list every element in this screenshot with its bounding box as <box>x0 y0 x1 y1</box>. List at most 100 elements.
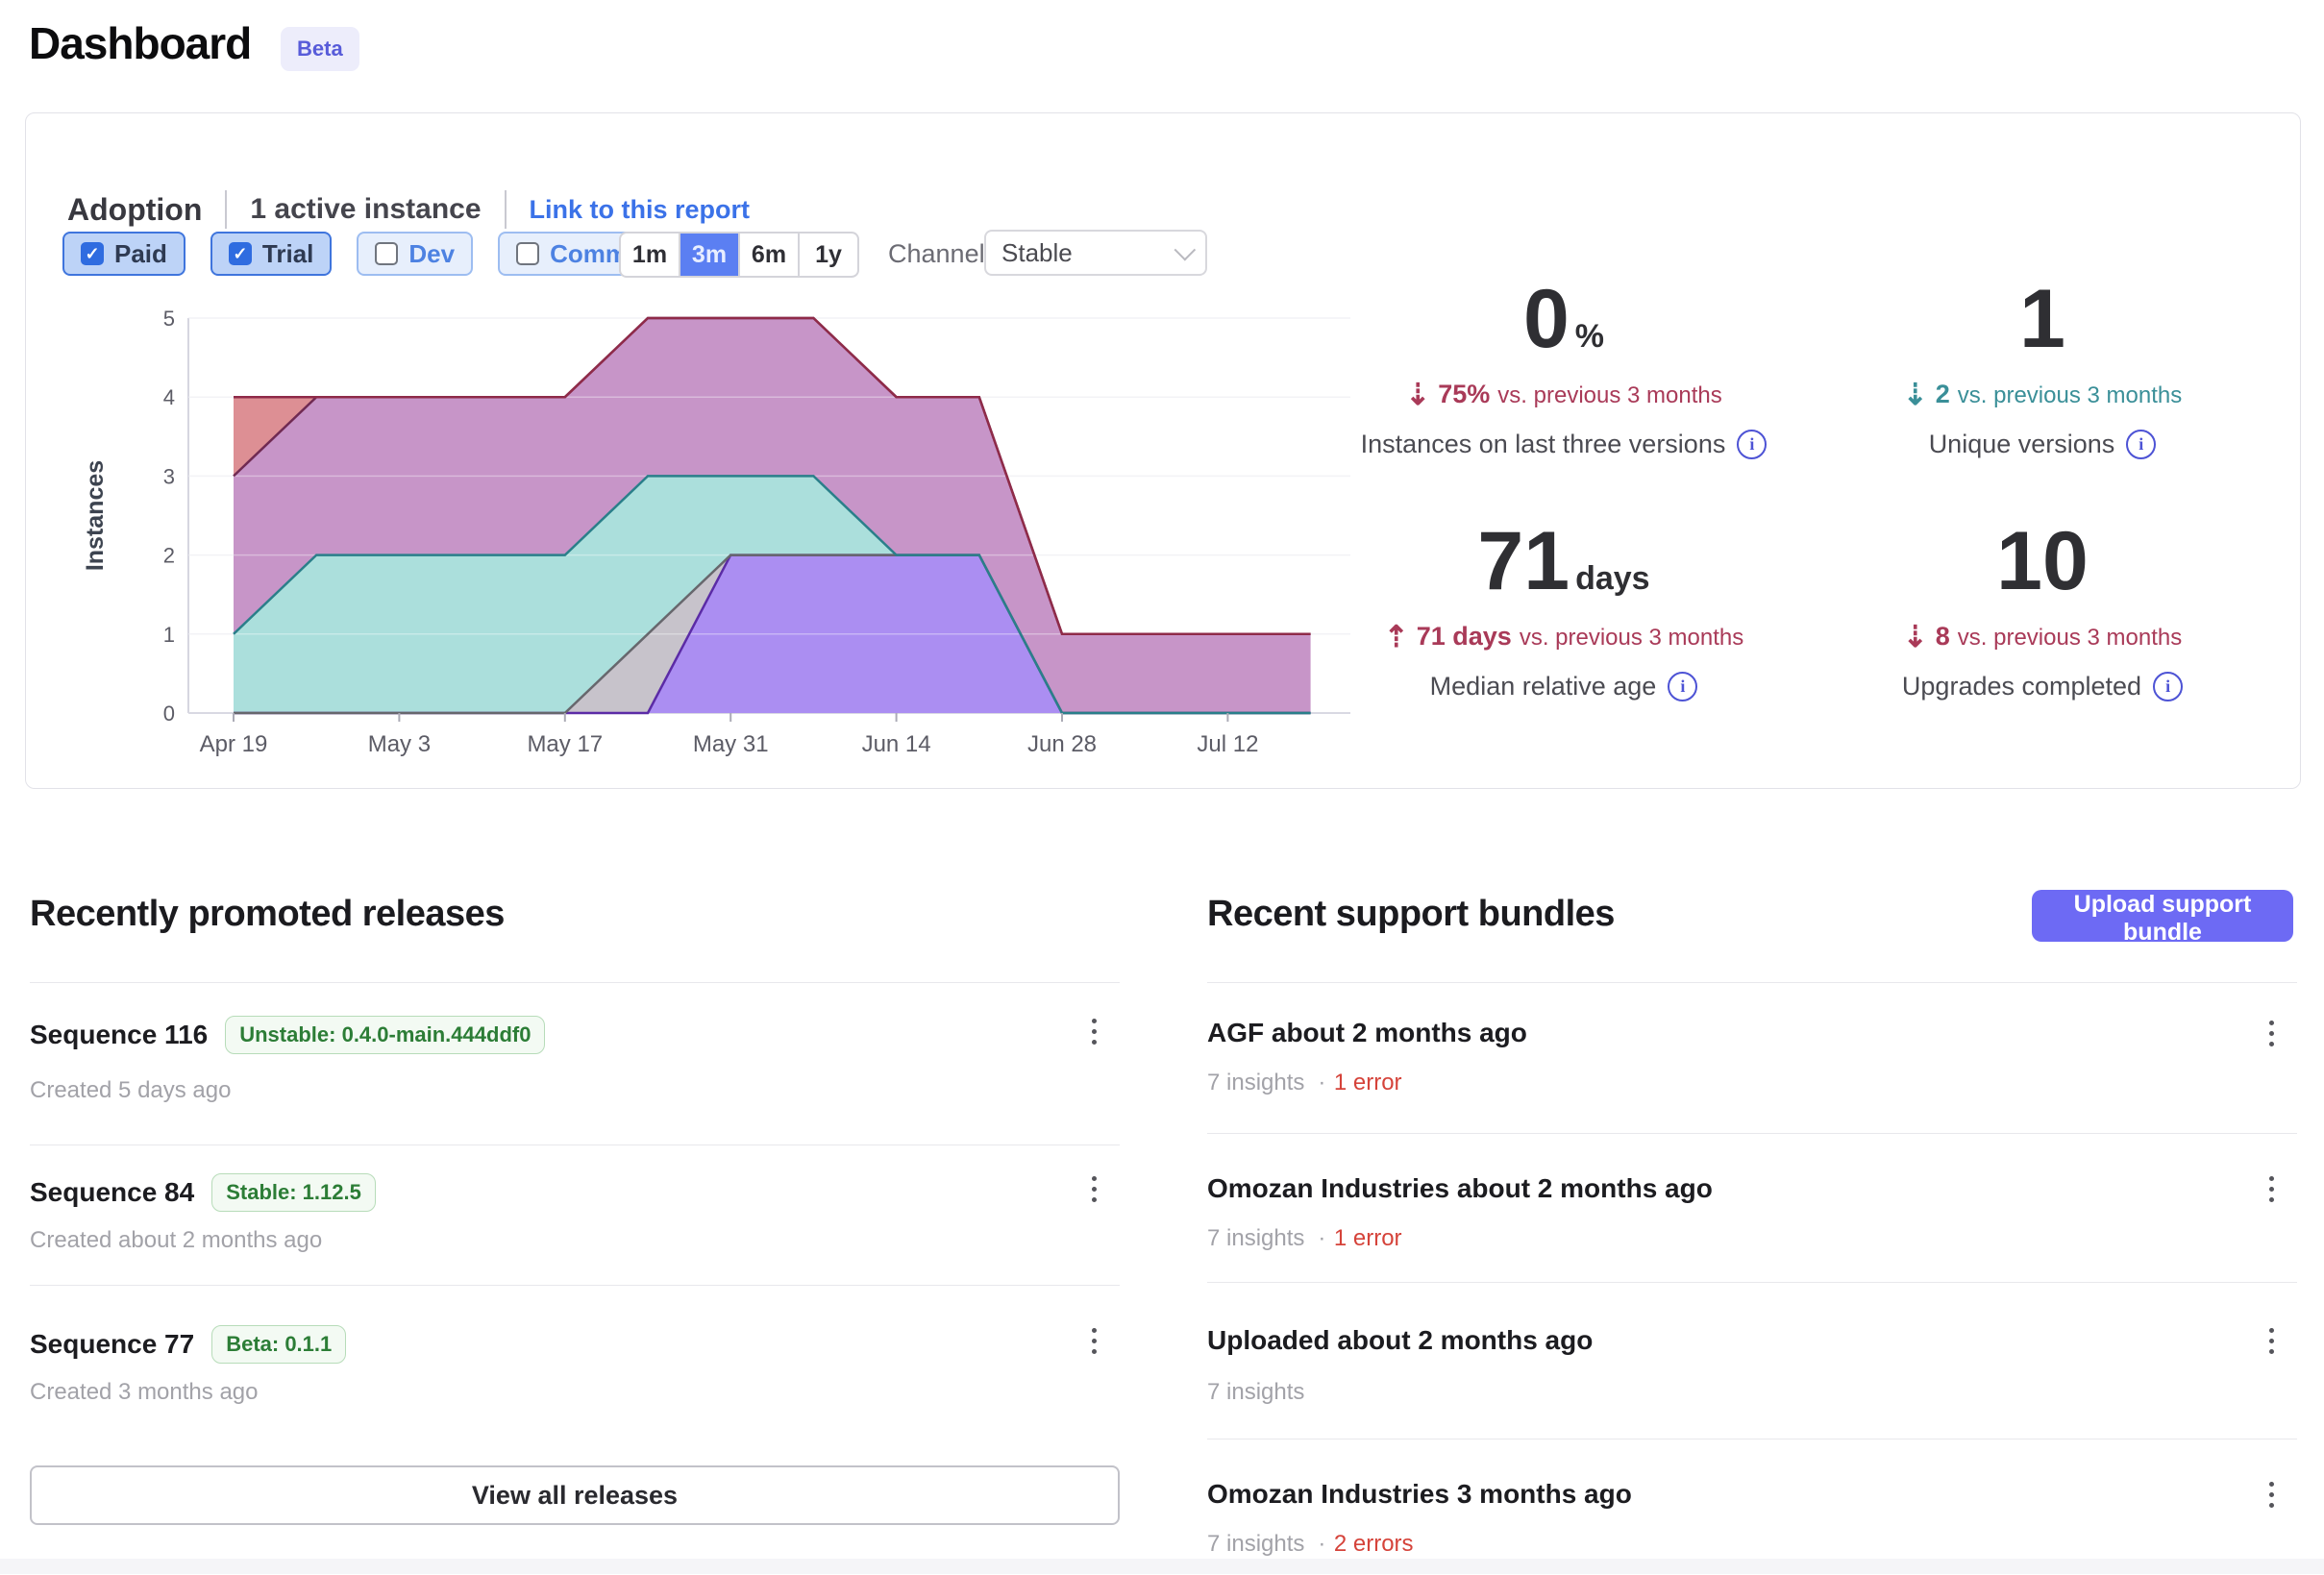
time-range-control: 1m 3m 6m 1y <box>619 232 859 278</box>
stat-value: 0% <box>1333 278 1794 360</box>
bundles-list: AGF about 2 months ago 7 insights · 1 er… <box>1207 982 2297 1575</box>
bundle-insights: 7 insights <box>1207 1379 1304 1406</box>
bundle-row-title: AGF about 2 months ago <box>1207 1018 1527 1048</box>
adoption-title: Adoption <box>67 192 202 228</box>
bundle-errors: 1 error <box>1334 1070 1402 1095</box>
view-all-releases-button[interactable]: View all releases <box>30 1465 1120 1525</box>
stat-label: Unique versions i <box>1812 430 2273 459</box>
arrow-down-icon: ⇣ <box>1405 378 1430 412</box>
kebab-menu-icon[interactable] <box>1077 1168 1110 1210</box>
filter-dev[interactable]: Dev <box>357 232 473 276</box>
divider <box>1207 1439 2297 1440</box>
y-tick-label: 2 <box>163 544 175 568</box>
separator <box>505 190 507 229</box>
release-row-title: Sequence 116 Unstable: 0.4.0-main.444ddf… <box>30 1016 545 1054</box>
release-row-title: Sequence 84 Stable: 1.12.5 <box>30 1173 376 1212</box>
filter-label: Trial <box>262 239 313 269</box>
stat-label: Upgrades completed i <box>1812 672 2273 701</box>
bundle-error-wrap: · 1 error <box>1314 1225 1401 1252</box>
stat-value: 1 <box>1812 278 2273 360</box>
filter-label: Paid <box>114 239 167 269</box>
x-tick-label: Jul 12 <box>1197 731 1258 757</box>
bundle-errors: 1 error <box>1334 1225 1402 1251</box>
x-tick-label: Jun 28 <box>1027 731 1097 757</box>
page-title: Dashboard <box>29 17 251 69</box>
adoption-chart: 012345Apr 19May 3May 17May 31Jun 14Jun 2… <box>59 289 1366 779</box>
divider <box>30 1285 1120 1286</box>
bundle-insights: 7 insights <box>1207 1225 1304 1252</box>
time-range-1y[interactable]: 1y <box>798 234 857 276</box>
kebab-menu-icon[interactable] <box>2255 1012 2287 1054</box>
x-tick-label: May 3 <box>368 731 431 757</box>
release-sequence: Sequence 116 <box>30 1020 208 1050</box>
stat-value: 10 <box>1812 520 2273 603</box>
time-range-1m[interactable]: 1m <box>621 234 679 276</box>
y-tick-label: 3 <box>163 464 175 488</box>
page-bottom-strip <box>0 1559 2324 1574</box>
channel-selected-value: Stable <box>1001 238 1073 268</box>
stat-label: Median relative age i <box>1333 672 1794 701</box>
filter-label: Dev <box>408 239 455 269</box>
time-range-6m[interactable]: 6m <box>738 234 798 276</box>
stat-delta: ⇣ 8 vs. previous 3 months <box>1812 618 2273 652</box>
stat-label: Instances on last three versions i <box>1333 430 1794 459</box>
kebab-menu-icon[interactable] <box>2255 1473 2287 1515</box>
bundle-row-title: Omozan Industries 3 months ago <box>1207 1479 1632 1510</box>
chevron-down-icon <box>1174 239 1197 261</box>
arrow-up-icon: ⇡ <box>1384 620 1409 654</box>
release-sequence: Sequence 77 <box>30 1329 194 1360</box>
info-icon[interactable]: i <box>1737 430 1767 459</box>
channel-label: Channel <box>888 232 985 276</box>
release-version-badge: Stable: 1.12.5 <box>211 1173 376 1212</box>
bundles-heading: Recent support bundles <box>1207 894 1615 935</box>
x-tick-label: Apr 19 <box>200 731 268 757</box>
checkbox-checked-icon: ✓ <box>81 242 104 265</box>
upload-support-bundle-button[interactable]: Upload support bundle <box>2032 890 2293 942</box>
info-icon[interactable]: i <box>1668 672 1697 701</box>
adoption-card: Adoption 1 active instance Link to this … <box>25 112 2301 789</box>
active-instances-count: 1 active instance <box>250 193 481 226</box>
kebab-menu-icon[interactable] <box>1077 1319 1110 1362</box>
time-range-3m[interactable]: 3m <box>679 234 738 276</box>
bundle-error-wrap: · 2 errors <box>1314 1531 1413 1558</box>
release-version-badge: Beta: 0.1.1 <box>211 1325 346 1364</box>
stat-delta: ⇣ 2 vs. previous 3 months <box>1812 376 2273 410</box>
info-icon[interactable]: i <box>2153 672 2183 701</box>
divider <box>1207 1133 2297 1134</box>
bundle-errors: 2 errors <box>1334 1531 1414 1557</box>
kebab-menu-icon[interactable] <box>1077 1010 1110 1052</box>
stat-delta: ⇣ 75% vs. previous 3 months <box>1333 376 1794 410</box>
filter-paid[interactable]: ✓ Paid <box>62 232 185 276</box>
info-icon[interactable]: i <box>2126 430 2156 459</box>
y-tick-label: 1 <box>163 623 175 647</box>
bundle-meta: 7 insights · 1 error <box>1207 1070 1402 1096</box>
checkbox-checked-icon: ✓ <box>229 242 252 265</box>
y-tick-label: 4 <box>163 385 175 409</box>
bundle-insights: 7 insights <box>1207 1531 1304 1558</box>
releases-heading: Recently promoted releases <box>30 894 505 935</box>
kebab-menu-icon[interactable] <box>2255 1168 2287 1210</box>
stat-delta: ⇡ 71 days vs. previous 3 months <box>1333 618 1794 652</box>
bundle-row-title: Omozan Industries about 2 months ago <box>1207 1173 1713 1204</box>
release-version-badge: Unstable: 0.4.0-main.444ddf0 <box>225 1016 545 1054</box>
bundle-row-title: Uploaded about 2 months ago <box>1207 1325 1593 1356</box>
stat-value: 71days <box>1333 520 1794 603</box>
bundle-insights: 7 insights <box>1207 1070 1304 1096</box>
kebab-menu-icon[interactable] <box>2255 1319 2287 1362</box>
filter-trial[interactable]: ✓ Trial <box>210 232 332 276</box>
bundle-meta: 7 insights · 2 errors <box>1207 1531 1414 1558</box>
channel-select[interactable]: Stable <box>984 230 1207 276</box>
link-to-report[interactable]: Link to this report <box>530 195 751 225</box>
y-tick-label: 0 <box>163 701 175 726</box>
release-created: Created about 2 months ago <box>30 1227 322 1254</box>
stat-unique-versions: 1 ⇣ 2 vs. previous 3 months Unique versi… <box>1812 278 2273 459</box>
separator-dot: · <box>1318 1070 1325 1095</box>
license-filters: ✓ Paid ✓ Trial Dev Community <box>62 232 705 276</box>
y-axis-title: Instances <box>82 460 109 571</box>
release-row-title: Sequence 77 Beta: 0.1.1 <box>30 1325 346 1364</box>
bundle-meta: 7 insights · 1 error <box>1207 1225 1402 1252</box>
arrow-down-icon: ⇣ <box>1903 378 1928 412</box>
separator-dot: · <box>1318 1225 1325 1251</box>
adoption-card-header: Adoption 1 active instance Link to this … <box>67 188 750 231</box>
checkbox-unchecked-icon <box>375 242 398 265</box>
